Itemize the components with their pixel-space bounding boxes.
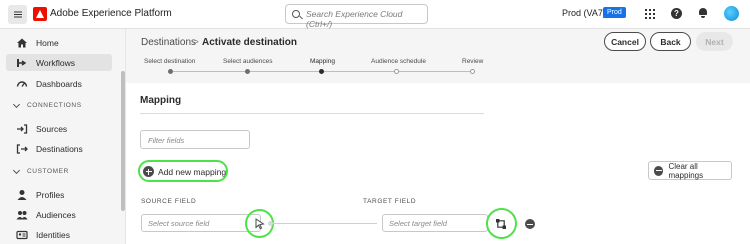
back-button[interactable]: Back <box>650 32 691 51</box>
sidebar-item-label: Identities <box>36 229 71 240</box>
target-placeholder: Select target field <box>389 219 447 228</box>
filter-placeholder: Filter fields <box>148 136 185 145</box>
apps-grid-icon[interactable] <box>645 9 655 19</box>
search-icon <box>292 10 300 18</box>
section-connections[interactable]: CONNECTIONS <box>12 100 82 109</box>
org-name[interactable]: Prod (VA7) <box>562 8 606 18</box>
sidebar-item-profiles[interactable]: Profiles <box>6 186 112 203</box>
search-placeholder: Search Experience Cloud (Ctrl+/) <box>306 9 403 29</box>
sidebar-scrollbar[interactable] <box>121 71 125 211</box>
step-dot-current <box>319 69 324 74</box>
sidebar-item-destinations[interactable]: Destinations <box>6 140 112 157</box>
main-content: Destinations > Activate destination Canc… <box>126 29 750 244</box>
sidebar-item-dashboards[interactable]: Dashboards <box>6 75 112 92</box>
sidebar-item-label: Dashboards <box>36 78 82 89</box>
remove-mapping-icon[interactable] <box>525 219 535 229</box>
clear-all-label: Clear all mappings <box>668 161 704 180</box>
target-field-label: TARGET FIELD <box>363 198 417 205</box>
section-label: CUSTOMER <box>27 168 69 175</box>
sidebar-item-home[interactable]: Home <box>6 34 112 51</box>
cancel-button[interactable]: Cancel <box>604 32 646 51</box>
help-icon[interactable]: ? <box>671 8 682 19</box>
identities-icon <box>16 229 28 241</box>
adobe-logo-icon[interactable] <box>33 7 47 21</box>
destinations-icon <box>16 143 28 155</box>
notifications-bell-icon[interactable] <box>698 8 708 18</box>
sources-icon <box>16 123 28 135</box>
divider <box>140 113 484 114</box>
step-dot <box>394 69 399 74</box>
section-label: CONNECTIONS <box>27 102 82 109</box>
filter-fields-input[interactable]: Filter fields <box>140 130 250 149</box>
dashboards-icon <box>16 78 28 90</box>
sidebar-item-label: Destinations <box>36 143 83 154</box>
app-title[interactable]: Adobe Experience Platform <box>50 8 172 19</box>
page-title: Activate destination <box>202 37 298 48</box>
sidebar-item-workflows[interactable]: Workflows <box>6 54 112 71</box>
sidebar-item-sources[interactable]: Sources <box>6 120 112 137</box>
chevron-down-icon <box>12 166 21 174</box>
workflows-icon <box>16 57 28 69</box>
clear-all-mappings-button[interactable]: Clear all mappings <box>648 161 732 180</box>
sidebar-item-label: Audiences <box>36 209 76 220</box>
breadcrumb[interactable]: Destinations <box>141 37 196 48</box>
step-select-audiences: Select audiences <box>223 58 273 65</box>
sidebar-item-label: Home <box>36 37 59 48</box>
sidebar-item-label: Workflows <box>36 57 76 68</box>
sandbox-badge[interactable]: Prod <box>603 7 626 18</box>
step-dot <box>245 69 250 74</box>
chevron-down-icon <box>12 100 21 108</box>
audiences-icon <box>16 209 28 221</box>
source-field-input[interactable]: Select source field <box>141 214 261 232</box>
profile-icon <box>16 189 28 201</box>
top-bar: Adobe Experience Platform Search Experie… <box>0 0 750 29</box>
source-field-label: SOURCE FIELD <box>141 198 197 205</box>
avatar[interactable] <box>724 6 739 21</box>
sidebar: Home Workflows Dashboards CONNECTIONS So… <box>0 29 126 244</box>
remove-circle-icon <box>654 165 664 176</box>
section-customer[interactable]: CUSTOMER <box>12 166 69 175</box>
breadcrumb-separator: > <box>193 37 199 48</box>
connector-dot <box>268 221 273 226</box>
next-button[interactable]: Next <box>696 32 733 51</box>
step-select-destination: Select destination <box>144 58 196 65</box>
source-placeholder: Select source field <box>148 219 210 228</box>
step-audience-schedule: Audience schedule <box>371 58 426 65</box>
sidebar-item-label: Sources <box>36 123 68 134</box>
menu-icon[interactable] <box>8 5 27 24</box>
highlight-ring <box>486 208 517 239</box>
step-mapping: Mapping <box>310 58 335 65</box>
sidebar-item-audiences[interactable]: Audiences <box>6 206 112 223</box>
mapping-connector-line <box>271 223 377 224</box>
step-dot <box>470 69 475 74</box>
home-icon <box>16 37 28 49</box>
section-title: Mapping <box>140 95 182 106</box>
target-field-input[interactable]: Select target field <box>382 214 488 232</box>
highlight-ring <box>138 160 228 182</box>
mapping-panel: Mapping Filter fields Add new mapping Cl… <box>126 83 750 244</box>
sidebar-item-identities[interactable]: Identities <box>6 226 112 243</box>
step-review: Review <box>462 58 484 65</box>
step-dot <box>168 69 173 74</box>
search-input[interactable]: Search Experience Cloud (Ctrl+/) <box>285 4 428 29</box>
sidebar-item-label: Profiles <box>36 189 65 200</box>
